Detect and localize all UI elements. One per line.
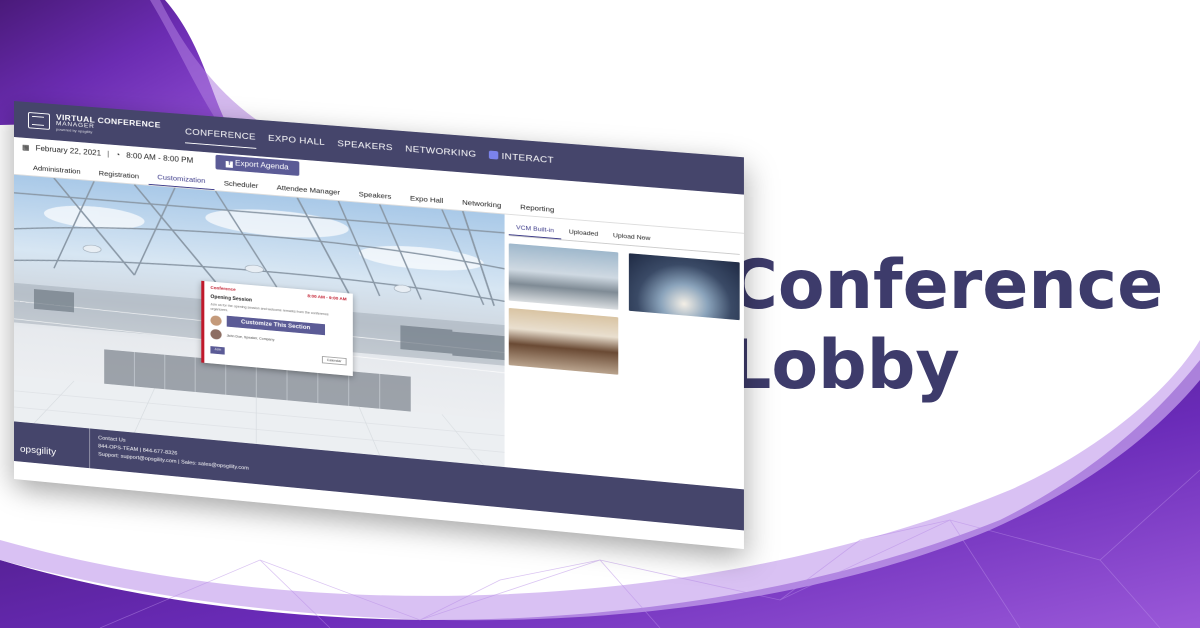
speaker-name: John Doe, Speaker, Company <box>226 333 275 342</box>
nav-interact[interactable]: INTERACT <box>488 145 554 172</box>
join-button[interactable]: Join <box>210 346 226 355</box>
app-screenshot: VIRTUAL CONFERENCE MANAGER powered by op… <box>14 101 744 550</box>
calendar-button[interactable]: Calendar <box>321 356 347 366</box>
event-date: February 22, 2021 <box>35 143 102 157</box>
export-label: Export Agenda <box>235 158 289 172</box>
nav-networking[interactable]: NETWORKING <box>405 139 476 167</box>
session-card: Conference 8:00 AM - 9:00 AM Opening Ses… <box>201 280 353 377</box>
nav-interact-label: INTERACT <box>501 151 554 166</box>
tab-vcm-built-in[interactable]: VCM Built-in <box>508 220 562 240</box>
calendar-icon: ▦ <box>21 142 30 152</box>
export-icon: f <box>225 160 233 168</box>
nav-expo-hall[interactable]: EXPO HALL <box>268 128 325 154</box>
brand[interactable]: VIRTUAL CONFERENCE MANAGER powered by op… <box>27 111 169 140</box>
thumbnail-cafeteria[interactable] <box>508 307 619 375</box>
nav-conference[interactable]: CONFERENCE <box>185 121 256 149</box>
background-gallery: VCM Built-in Uploaded Upload New <box>505 214 744 489</box>
headline-line-2: Lobby <box>728 326 960 405</box>
event-time: 8:00 AM - 8:00 PM <box>126 150 194 165</box>
teams-icon <box>488 150 499 160</box>
vcm-logo-icon <box>27 111 50 130</box>
headline-line-1: Conference <box>728 246 1164 325</box>
tab-upload-new[interactable]: Upload New <box>606 228 658 247</box>
opsgility-logo: opsgility <box>14 421 91 469</box>
lobby-preview[interactable]: Conference 8:00 AM - 9:00 AM Opening Ses… <box>14 174 505 468</box>
clock-icon: ◔ <box>115 149 121 159</box>
thumbnail-lobby-hall[interactable] <box>508 243 619 310</box>
session-card-time: 8:00 AM - 9:00 AM <box>307 293 347 302</box>
headline: Conference Lobby <box>728 246 1163 406</box>
divider: | <box>107 149 110 158</box>
avatar <box>210 314 222 326</box>
thumbnail-grid <box>508 243 740 385</box>
thumbnail-hangar[interactable] <box>628 253 740 321</box>
nav-speakers[interactable]: SPEAKERS <box>337 133 392 159</box>
avatar <box>210 328 222 340</box>
tab-uploaded[interactable]: Uploaded <box>561 225 605 243</box>
session-card-label: Conference <box>210 285 236 292</box>
